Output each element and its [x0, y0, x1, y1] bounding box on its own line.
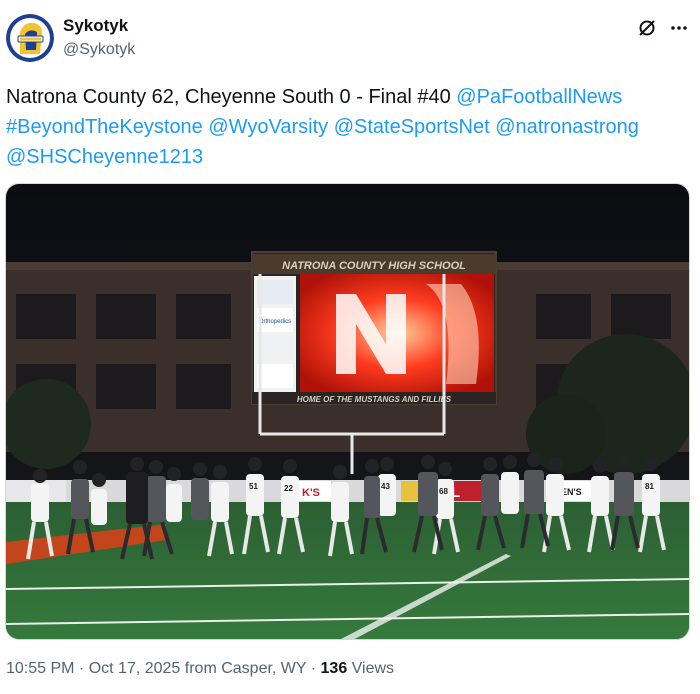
- hashtag-beyondthekeystone[interactable]: #BeyondTheKeystone: [6, 116, 203, 138]
- mention-statesportsnet[interactable]: @StateSportsNet: [334, 116, 490, 138]
- mention-pafootballnews[interactable]: @PaFootballNews: [456, 86, 622, 108]
- scoreboard-title: NATRONA COUNTY HIGH SCHOOL: [282, 260, 466, 272]
- tweet-location: from Casper, WY: [180, 660, 307, 677]
- scoreboard-footer: HOME OF THE MUSTANGS AND FILLIES: [297, 395, 452, 404]
- tweet-text-plain: Natrona County 62, Cheyenne South 0 - Fi…: [6, 86, 457, 108]
- author-handle[interactable]: @Sykotyk: [63, 41, 135, 59]
- tweet-time[interactable]: 10:55 PM: [6, 660, 74, 677]
- jersey-number-51: 51: [249, 482, 258, 491]
- tweet-date[interactable]: Oct 17, 2025: [89, 660, 181, 677]
- avatar[interactable]: [6, 14, 54, 62]
- mention-natronastrong[interactable]: @natronastrong: [495, 116, 639, 138]
- jersey-number-68: 68: [439, 487, 448, 496]
- mustang-logo-icon: [6, 14, 54, 62]
- meta-separator: ·: [74, 660, 89, 677]
- jersey-number-22: 22: [284, 484, 293, 493]
- grok-icon[interactable]: [634, 15, 660, 41]
- scoreboard: NATRONA COUNTY HIGH SCHOOL Orthopedics H…: [251, 251, 497, 405]
- mention-wyovarsity[interactable]: @WyoVarsity: [208, 116, 328, 138]
- tweet-text: Natrona County 62, Cheyenne South 0 - Fi…: [6, 82, 690, 172]
- meta-separator-2: ·: [306, 660, 321, 677]
- jersey-number-43: 43: [381, 482, 390, 491]
- author-display-name[interactable]: Sykotyk: [63, 16, 128, 36]
- banner-text-ens: EN'S: [561, 487, 582, 497]
- mention-shscheyenne1213[interactable]: @SHSCheyenne1213: [6, 146, 203, 168]
- banner-text-ks: K'S: [302, 487, 320, 499]
- tweet-meta: 10:55 PM · Oct 17, 2025 from Casper, WY …: [6, 660, 394, 678]
- jersey-number-81: 81: [645, 482, 654, 491]
- views-label: Views: [347, 660, 395, 677]
- tweet-photo[interactable]: NATRONA COUNTY HIGH SCHOOL Orthopedics H…: [5, 183, 690, 640]
- sponsor-label: Orthopedics: [259, 319, 291, 325]
- more-icon[interactable]: [666, 15, 692, 41]
- views-count: 136: [320, 660, 348, 677]
